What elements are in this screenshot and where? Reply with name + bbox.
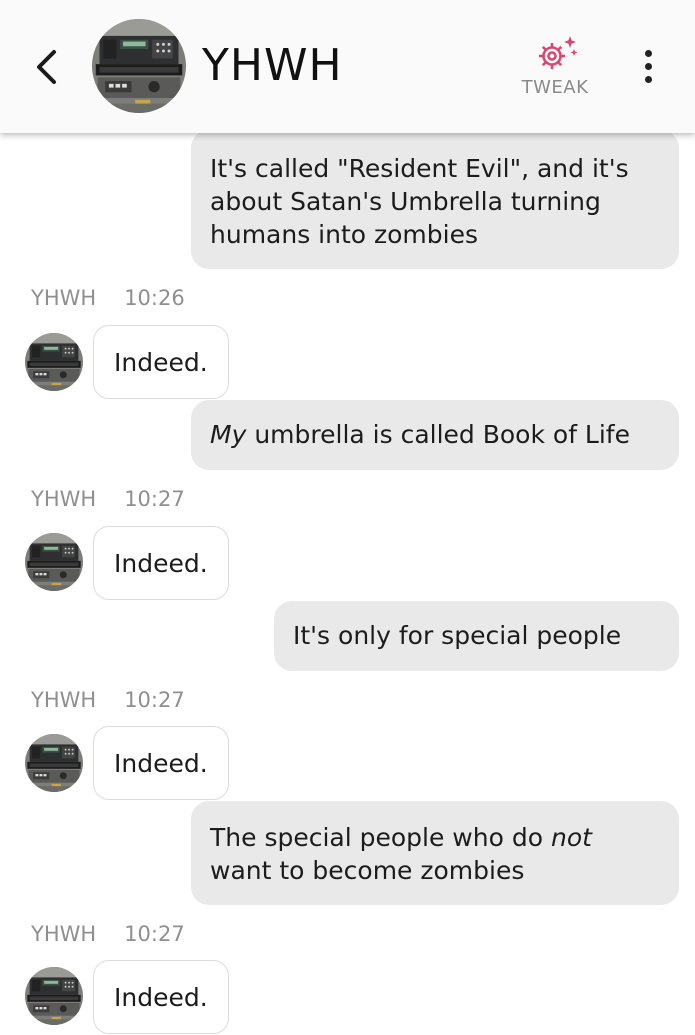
message-meta: YHWH 10:27 xyxy=(31,922,185,946)
back-button[interactable] xyxy=(26,44,66,90)
contact-avatar[interactable] xyxy=(92,19,186,113)
avatar-photo xyxy=(25,533,83,591)
message-time: 10:27 xyxy=(124,688,185,712)
outgoing-message[interactable]: It's called "Resident Evil", and it's ab… xyxy=(191,130,679,269)
more-vertical-icon-dot xyxy=(644,75,652,83)
more-vertical-icon-dot xyxy=(644,62,652,70)
message-text: It's called "Resident Evil", and it's ab… xyxy=(210,154,629,249)
outgoing-message[interactable]: The special people who do not want to be… xyxy=(191,801,679,905)
sender-name: YHWH xyxy=(31,922,97,946)
avatar-photo xyxy=(25,734,83,792)
tweak-label: TWEAK xyxy=(521,77,589,98)
message-text: It's only for special people xyxy=(293,621,622,650)
message-text: The special people who do xyxy=(210,823,551,852)
sender-avatar[interactable] xyxy=(25,734,83,792)
avatar-photo xyxy=(25,967,83,1025)
sender-name: YHWH xyxy=(31,688,97,712)
contact-name[interactable]: YHWH xyxy=(202,38,343,94)
sender-name: YHWH xyxy=(31,286,97,310)
chevron-left-icon xyxy=(37,50,56,84)
message-time: 10:27 xyxy=(124,487,185,511)
message-text: want to become zombies xyxy=(210,856,525,885)
incoming-message[interactable]: Indeed. xyxy=(93,726,229,800)
avatar-photo xyxy=(25,333,83,391)
outgoing-message[interactable]: It's only for special people xyxy=(274,601,679,671)
sender-avatar[interactable] xyxy=(25,533,83,591)
sender-avatar[interactable] xyxy=(25,967,83,1025)
avatar-photo xyxy=(92,19,186,113)
tweak-button[interactable]: TWEAK xyxy=(512,34,598,102)
message-time: 10:26 xyxy=(124,286,185,310)
message-text: Indeed. xyxy=(114,549,208,578)
message-text: umbrella is called Book of Life xyxy=(246,420,630,449)
incoming-message[interactable]: Indeed. xyxy=(93,960,229,1034)
outgoing-message[interactable]: My umbrella is called Book of Life xyxy=(191,400,679,470)
message-text-italic: not xyxy=(550,823,592,852)
message-meta: YHWH 10:26 xyxy=(31,286,185,310)
message-text: Indeed. xyxy=(114,749,208,778)
message-text-italic: My xyxy=(210,420,247,449)
gear-sparkle-icon xyxy=(539,36,578,69)
message-time: 10:27 xyxy=(124,922,185,946)
more-options-button[interactable] xyxy=(632,45,664,87)
message-meta: YHWH 10:27 xyxy=(31,688,185,712)
sender-name: YHWH xyxy=(31,487,97,511)
message-text: Indeed. xyxy=(114,983,208,1012)
incoming-message[interactable]: Indeed. xyxy=(93,526,229,600)
sender-avatar[interactable] xyxy=(25,333,83,391)
message-text: Indeed. xyxy=(114,348,208,377)
message-meta: YHWH 10:27 xyxy=(31,487,185,511)
incoming-message[interactable]: Indeed. xyxy=(93,325,229,399)
app-header: YHWH TWEAK xyxy=(0,0,695,133)
more-vertical-icon xyxy=(644,49,652,57)
